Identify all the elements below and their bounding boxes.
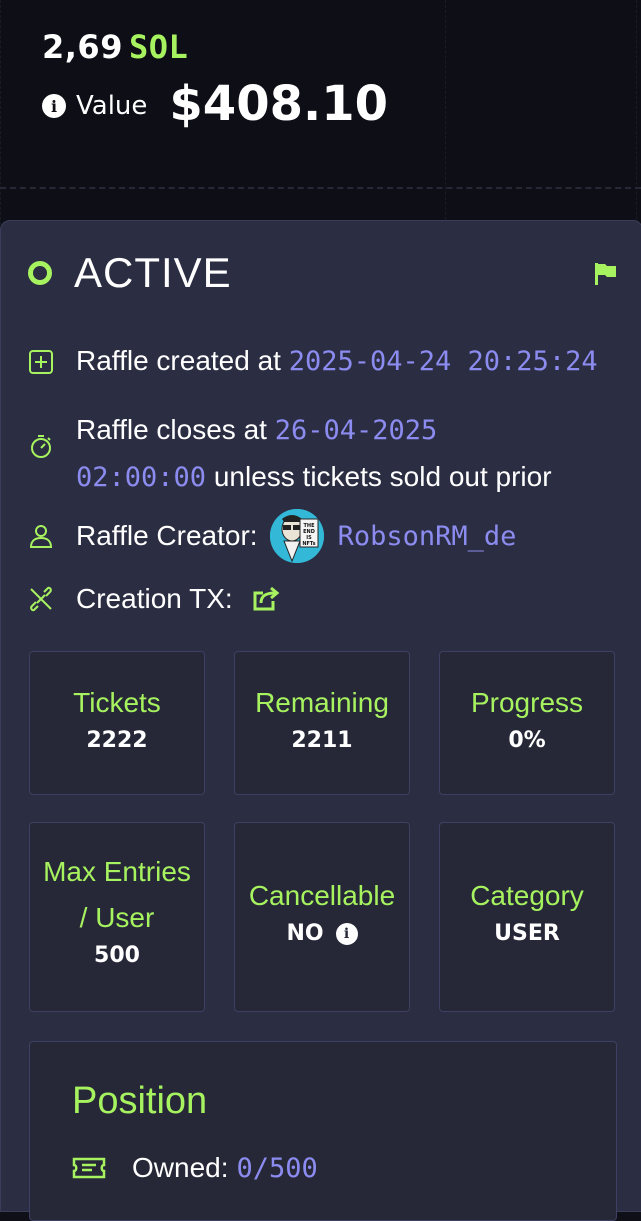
value-row: i Value $408.10 — [42, 76, 388, 132]
stopwatch-icon — [31, 435, 51, 458]
user-icon — [29, 525, 53, 548]
ticket-icon — [72, 1157, 106, 1179]
plus-square-icon — [29, 350, 53, 374]
sol-amount: 2,69 — [42, 28, 123, 66]
stat-max-entries: Max Entries / User 500 — [29, 822, 205, 1012]
owned-row: Owned: 0/500 — [72, 1152, 318, 1184]
value-label: Value — [76, 91, 148, 121]
link-broken-icon — [30, 586, 52, 612]
remaining-label: Remaining — [255, 687, 389, 718]
created-prefix: Raffle created at — [76, 345, 289, 376]
avatar-illustration-icon: THE END IS NFTs — [269, 509, 324, 563]
cancellable-label: Cancellable — [248, 880, 396, 911]
stat-cancellable: Cancellable NO i — [234, 822, 410, 1012]
sol-price: 2,69 SOL — [42, 28, 188, 66]
owned-value: 0/500 — [236, 1152, 318, 1184]
status-row: ACTIVE — [28, 249, 232, 297]
closes-time: 02:00:00 — [76, 462, 207, 493]
position-title: Position — [72, 1080, 208, 1122]
category-value: USER — [494, 921, 560, 946]
info-icon[interactable]: i — [42, 94, 66, 118]
header-area: 2,69 SOL i Value $408.10 — [0, 0, 641, 225]
raffle-details-card: ACTIVE Raffle created at 2025-04-24 20:2… — [0, 220, 641, 1221]
grid-line — [0, 0, 1, 225]
closes-suffix: unless tickets sold out prior — [206, 461, 552, 492]
created-at: 2025-04-24 20:25:24 — [288, 346, 598, 377]
tickets-label: Tickets — [73, 687, 161, 718]
cancellable-info-icon[interactable]: i — [335, 922, 358, 945]
creator-name-link[interactable]: RobsonRM_de — [338, 521, 517, 552]
closes-row: Raffle closes at 26-04-2025 02:00:00 unl… — [28, 407, 566, 501]
report-flag-icon[interactable] — [593, 261, 619, 287]
cancellable-value: NO — [286, 921, 324, 946]
tickets-value: 2222 — [86, 728, 148, 753]
category-label: Category — [470, 880, 584, 911]
status-dot-icon — [28, 261, 52, 285]
position-section: Position Owned: 0/500 — [29, 1041, 617, 1221]
svg-text:NFTs: NFTs — [302, 541, 315, 547]
creator-row: Raffle Creator: THE END IS NFTs RobsonRM… — [28, 509, 516, 563]
value-amount: $408.10 — [169, 76, 389, 132]
closes-date: 26-04-2025 — [274, 415, 438, 446]
status-label: ACTIVE — [74, 249, 232, 296]
sol-currency: SOL — [128, 28, 189, 66]
max-entries-value: 500 — [94, 943, 140, 968]
owned-label: Owned: — [132, 1152, 229, 1183]
created-row: Raffle created at 2025-04-24 20:25:24 — [28, 345, 598, 377]
creator-avatar[interactable]: THE END IS NFTs — [269, 509, 324, 563]
tx-label: Creation TX: — [76, 583, 233, 614]
progress-label: Progress — [470, 687, 584, 718]
divider — [0, 187, 641, 189]
remaining-value: 2211 — [291, 728, 353, 753]
share-external-icon[interactable] — [251, 585, 281, 613]
max-entries-label: Max Entries / User — [43, 856, 191, 933]
tx-row: Creation TX: — [28, 583, 281, 615]
grid-line — [636, 0, 637, 225]
stat-category: Category USER — [439, 822, 615, 1012]
stat-tickets: Tickets 2222 — [29, 651, 205, 795]
creator-label: Raffle Creator: — [76, 520, 258, 551]
cancellable-value-row: NO i — [235, 921, 409, 946]
stat-remaining: Remaining 2211 — [234, 651, 410, 795]
closes-prefix: Raffle closes at — [76, 414, 275, 445]
grid-line — [445, 0, 446, 225]
stat-progress: Progress 0% — [439, 651, 615, 795]
progress-value: 0% — [508, 728, 546, 753]
